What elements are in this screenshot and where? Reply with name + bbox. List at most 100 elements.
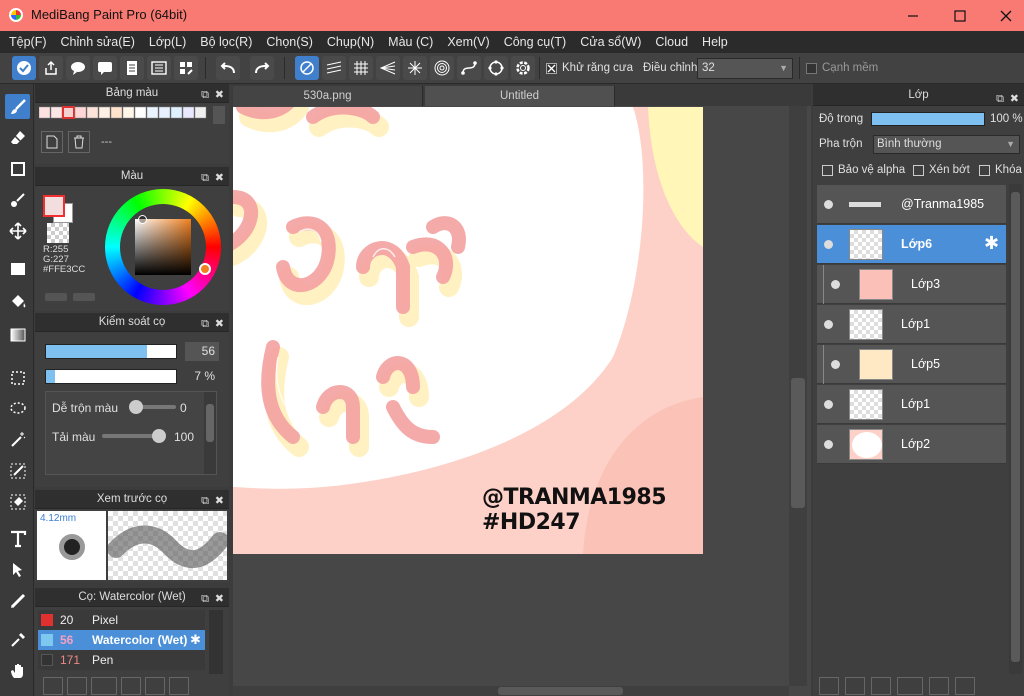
palette-swatch[interactable]: [110, 106, 123, 119]
detach-icon[interactable]: ⧉: [201, 590, 209, 609]
visibility-eye-icon[interactable]: [824, 440, 833, 449]
palette-swatch[interactable]: [182, 106, 195, 119]
folder-icon[interactable]: [929, 677, 949, 695]
layer-row[interactable]: Lớp1: [817, 385, 1006, 424]
magic-wand-icon[interactable]: [5, 427, 30, 452]
parallel-snap-icon[interactable]: [322, 56, 346, 80]
radial-snap-icon[interactable]: [403, 56, 427, 80]
brush-list-item-selected[interactable]: 56 Watercolor (Wet) ✱: [38, 630, 205, 650]
menu-snap[interactable]: Chụp(N): [320, 35, 381, 49]
antialias-option[interactable]: Khử răng cưa: [546, 62, 633, 74]
new-8bit-layer-icon[interactable]: [845, 677, 865, 695]
eyedropper-icon[interactable]: [5, 627, 30, 652]
visibility-eye-icon[interactable]: [824, 240, 833, 249]
layer-list-scrollbar[interactable]: [1009, 184, 1022, 674]
curve-snap-icon[interactable]: [457, 56, 481, 80]
grid-tool-icon[interactable]: [174, 56, 198, 80]
close-icon[interactable]: ✖: [215, 86, 224, 105]
gear-icon[interactable]: ✱: [984, 233, 999, 254]
sv-picker-handle[interactable]: [138, 215, 147, 224]
menu-cloud[interactable]: Cloud: [648, 35, 695, 49]
palette-swatch[interactable]: [134, 106, 147, 119]
close-icon[interactable]: ✖: [1010, 88, 1019, 110]
menu-help[interactable]: Help: [695, 35, 735, 49]
palette-swatch[interactable]: [170, 106, 183, 119]
dot-brush-icon[interactable]: [5, 187, 30, 212]
duplicate-icon[interactable]: [169, 677, 189, 695]
menu-file[interactable]: Tệp(F): [2, 35, 54, 49]
visibility-eye-icon[interactable]: [824, 320, 833, 329]
antialias-checkbox[interactable]: [546, 62, 557, 74]
concentric-snap-icon[interactable]: [430, 56, 454, 80]
snap-settings-gear-icon[interactable]: [511, 56, 535, 80]
grid-snap-icon[interactable]: [349, 56, 373, 80]
menu-filter[interactable]: Bộ lọc(R): [193, 35, 259, 49]
brush-settings-icon[interactable]: [121, 677, 141, 695]
lock-checkbox[interactable]: [979, 164, 990, 176]
add-layer-icon[interactable]: [897, 677, 923, 695]
palette-swatch[interactable]: [158, 106, 171, 119]
gradient-tool-icon[interactable]: [5, 322, 30, 347]
minimize-button[interactable]: [890, 0, 936, 31]
detach-icon[interactable]: ⧉: [201, 315, 209, 334]
hand-tool-icon[interactable]: [5, 658, 30, 683]
layer-blend-select[interactable]: Bình thường ▼: [873, 135, 1020, 154]
select-eraser-icon[interactable]: [5, 489, 30, 514]
blend-slider[interactable]: [129, 400, 176, 414]
palette-swatch[interactable]: [74, 106, 87, 119]
protect-alpha-checkbox[interactable]: [822, 164, 833, 176]
list-icon[interactable]: [147, 56, 171, 80]
visibility-eye-icon[interactable]: [824, 400, 833, 409]
gear-icon[interactable]: ✱: [190, 632, 201, 648]
redo-icon[interactable]: [250, 56, 274, 80]
cloud-brush-icon[interactable]: [43, 677, 63, 695]
delete-palette-icon[interactable]: [68, 131, 90, 153]
palette-swatch[interactable]: [86, 106, 99, 119]
blend-slider-handle[interactable]: [129, 400, 143, 414]
brush-list-scrollbar[interactable]: [209, 610, 223, 674]
ellipse-snap-icon[interactable]: [484, 56, 508, 80]
foreground-color-swatch[interactable]: [43, 195, 65, 217]
bucket-tool-icon[interactable]: [5, 289, 30, 314]
visibility-eye-icon[interactable]: [831, 360, 840, 369]
soft-edge-checkbox[interactable]: [806, 62, 817, 74]
hue-ring[interactable]: [105, 189, 221, 305]
palette-swatch[interactable]: [146, 106, 159, 119]
brush-tool-icon[interactable]: [5, 94, 30, 119]
menu-tools[interactable]: Công cụ(T): [497, 35, 574, 49]
color-load-slider[interactable]: [102, 429, 166, 443]
brush-settings-scrollbar[interactable]: [204, 392, 216, 474]
new-brush-icon[interactable]: [67, 677, 87, 695]
menu-window[interactable]: Cửa sổ(W): [573, 35, 648, 49]
divide-tool-icon[interactable]: [5, 588, 30, 613]
fill-rectangle-icon[interactable]: [5, 256, 30, 281]
select-pen-icon[interactable]: [5, 458, 30, 483]
transparent-color-swatch[interactable]: [47, 223, 69, 243]
canvas-horizontal-scrollbar[interactable]: [233, 686, 789, 696]
layer-row[interactable]: Lớp1: [817, 305, 1006, 344]
color-mode-button[interactable]: [45, 293, 67, 301]
vanishing-snap-icon[interactable]: [376, 56, 400, 80]
saturation-value-square[interactable]: [135, 219, 191, 275]
detach-icon[interactable]: ⧉: [201, 492, 209, 511]
tab-530a[interactable]: 530a.png: [233, 86, 423, 106]
visibility-eye-icon[interactable]: [831, 280, 840, 289]
detach-icon[interactable]: ⧉: [996, 88, 1004, 110]
layer-row[interactable]: Lớp5: [817, 345, 1006, 384]
menu-edit[interactable]: Chỉnh sửa(E): [54, 35, 142, 49]
swatch-grid[interactable]: [39, 106, 207, 124]
canvas-vertical-scrollbar[interactable]: [789, 106, 807, 686]
rectangle-select-icon[interactable]: [5, 156, 30, 181]
scrollbar-thumb[interactable]: [791, 378, 805, 508]
soft-edge-option[interactable]: Cạnh mềm: [806, 62, 878, 74]
palette-swatch[interactable]: [122, 106, 135, 119]
move-tool-icon[interactable]: [5, 218, 30, 243]
check-icon[interactable]: [12, 56, 36, 80]
brush-list-item[interactable]: 20 Pixel: [38, 610, 205, 630]
comment-icon[interactable]: [66, 56, 90, 80]
speech-icon[interactable]: [93, 56, 117, 80]
brush-list-item[interactable]: 171 Pen: [38, 650, 205, 670]
close-button[interactable]: [983, 0, 1024, 31]
hue-picker-handle[interactable]: [199, 263, 211, 275]
palette-swatch[interactable]: [98, 106, 111, 119]
